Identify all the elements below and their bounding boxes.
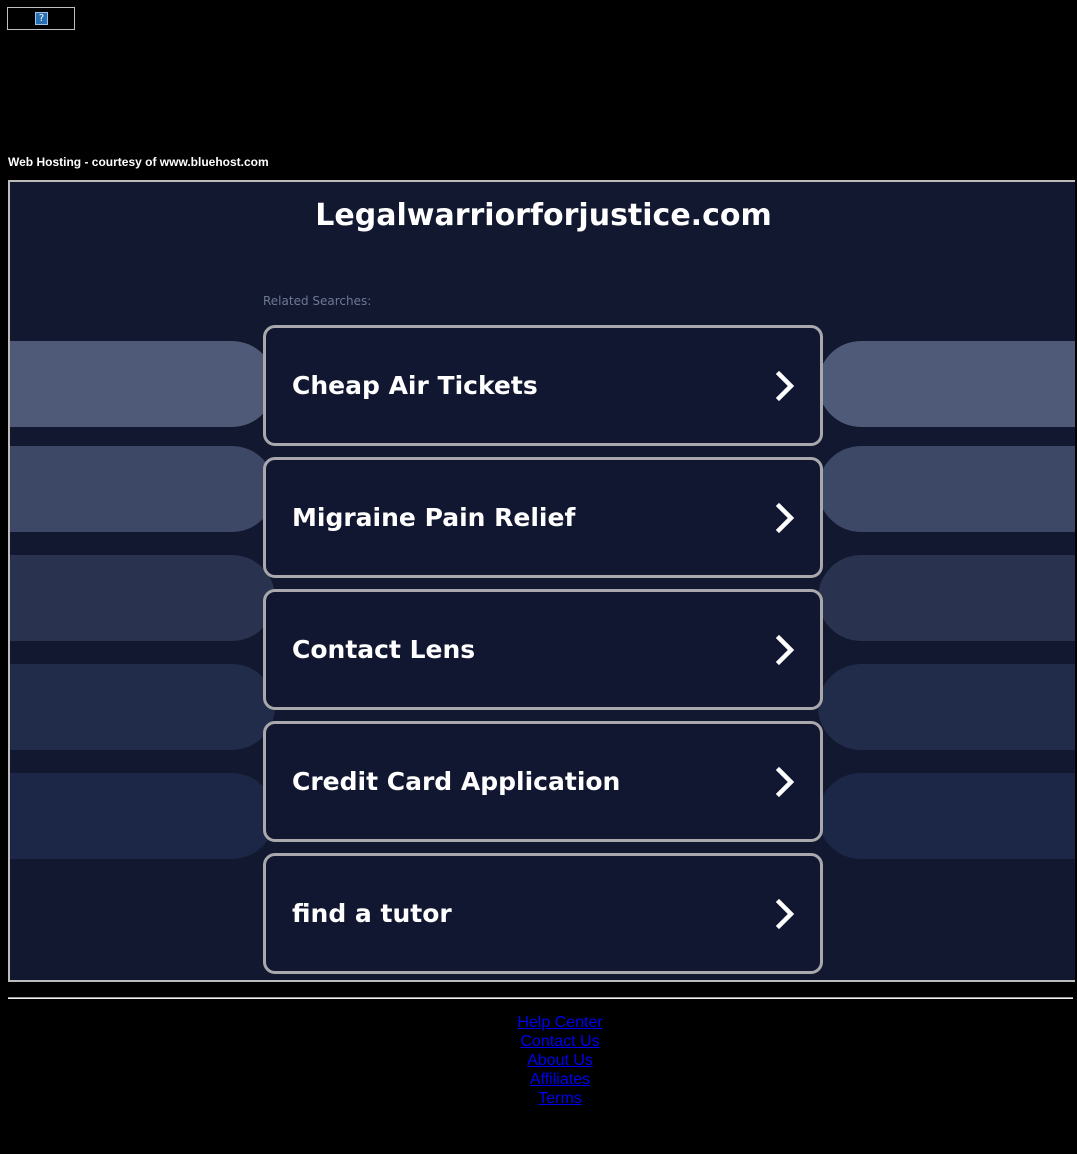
chevron-right-icon [775,634,795,666]
footer-link-about-us[interactable]: About Us [0,1051,1077,1070]
broken-image-placeholder: ? [7,7,75,30]
related-search-label: Cheap Air Tickets [292,371,538,400]
related-searches-label: Related Searches: [263,294,372,308]
chevron-right-icon [775,898,795,930]
related-search-link[interactable]: find a tutor [263,853,823,974]
related-search-link[interactable]: Contact Lens [263,589,823,710]
related-search-link[interactable]: Credit Card Application [263,721,823,842]
related-search-label: find a tutor [292,899,452,928]
footer-link-terms[interactable]: Terms [0,1089,1077,1108]
related-search-label: Migraine Pain Relief [292,503,576,532]
page: ? Web Hosting - courtesy of www.bluehost… [0,0,1077,1154]
chevron-right-icon [775,370,795,402]
background-pill [10,446,275,532]
footer-links: Help Center Contact Us About Us Affiliat… [0,1013,1077,1108]
chevron-right-icon [775,766,795,798]
footer-link-affiliates[interactable]: Affiliates [0,1070,1077,1089]
background-pill [818,341,1075,427]
chevron-right-icon [775,502,795,534]
footer-divider [8,997,1073,999]
background-pill [818,664,1075,750]
parked-domain-panel: Legalwarriorforjustice.com Related Searc… [8,180,1075,982]
background-pill [10,555,275,641]
related-search-label: Contact Lens [292,635,476,664]
background-pill [10,773,275,859]
footer-link-help-center[interactable]: Help Center [0,1013,1077,1032]
background-pill [818,446,1075,532]
related-search-label: Credit Card Application [292,767,621,796]
background-pill [818,773,1075,859]
hosting-credit-text: Web Hosting - courtesy of www.bluehost.c… [8,155,269,169]
background-pill [10,341,275,427]
domain-title: Legalwarriorforjustice.com [315,198,772,233]
broken-image-icon: ? [35,12,48,25]
background-pill [818,555,1075,641]
footer-link-contact-us[interactable]: Contact Us [0,1032,1077,1051]
related-search-link[interactable]: Migraine Pain Relief [263,457,823,578]
background-pill [10,664,275,750]
related-search-link[interactable]: Cheap Air Tickets [263,325,823,446]
